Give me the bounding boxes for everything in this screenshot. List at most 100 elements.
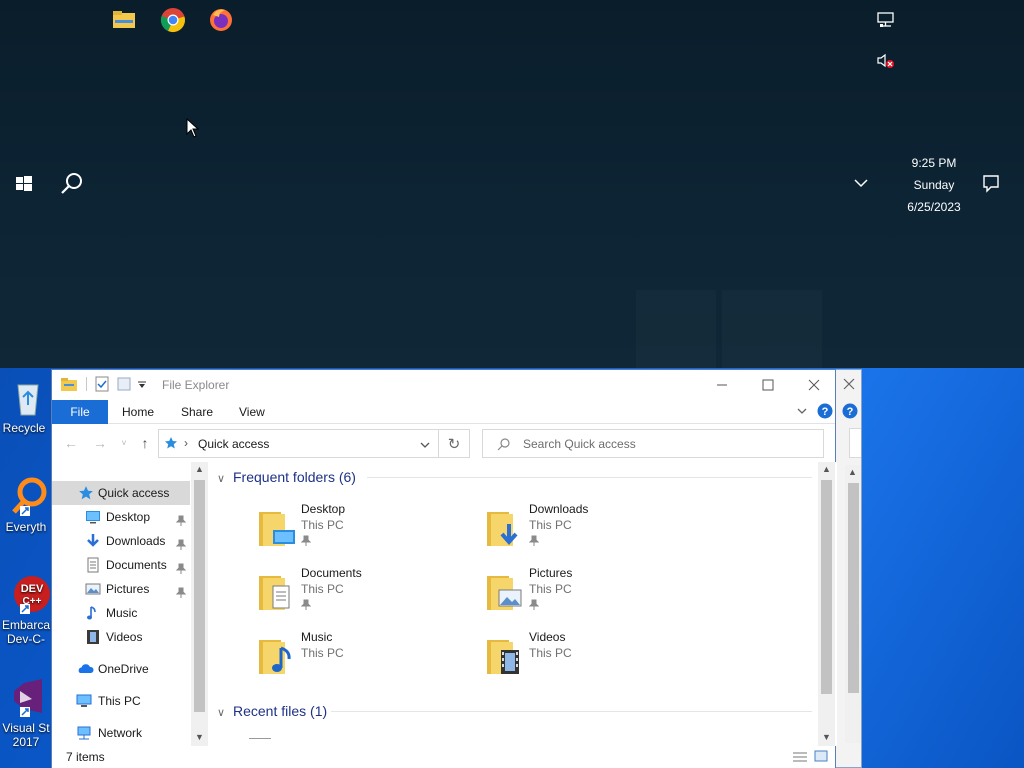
folder-name: Downloads xyxy=(529,502,589,516)
pin-icon[interactable] xyxy=(300,599,312,611)
refresh-icon: ↻ xyxy=(447,435,461,453)
downloads-arrow-icon xyxy=(85,533,101,549)
new-folder-icon[interactable] xyxy=(116,376,132,395)
sidebar-item-downloads[interactable]: Downloads xyxy=(52,529,190,553)
folder-tile-downloads[interactable]: Downloads This PC xyxy=(481,502,701,558)
windows-start-icon[interactable] xyxy=(12,172,36,196)
chrome-pinned-icon[interactable] xyxy=(159,6,187,34)
sidebar-item-pictures[interactable]: Pictures xyxy=(52,577,190,601)
folder-app-icon xyxy=(60,376,78,395)
up-arrow-icon[interactable]: ↑ xyxy=(135,433,155,453)
forward-arrow-icon[interactable]: → xyxy=(90,433,110,453)
tab-share[interactable]: Share xyxy=(181,400,213,424)
sidebar-item-onedrive[interactable]: OneDrive xyxy=(52,657,190,681)
onedrive-cloud-icon xyxy=(76,661,94,677)
recent-locations-icon[interactable]: ˅ xyxy=(114,433,134,453)
computer-icon xyxy=(76,693,92,709)
folder-name: Desktop xyxy=(301,502,346,516)
firefox-pinned-icon[interactable] xyxy=(207,6,235,34)
folder-tile-pictures[interactable]: Pictures This PC xyxy=(481,566,701,622)
volume-muted-icon[interactable] xyxy=(876,53,896,72)
search-icon[interactable] xyxy=(58,170,86,198)
desktop-icon-everything[interactable]: Everyth xyxy=(0,474,56,534)
properties-icon[interactable] xyxy=(94,376,110,395)
back-arrow-icon[interactable]: ← xyxy=(61,433,81,453)
action-center-icon[interactable] xyxy=(980,173,1002,193)
close-icon[interactable] xyxy=(843,378,855,393)
navigation-pane-scrollbar[interactable]: ▲ ▼ xyxy=(191,462,208,746)
help-icon[interactable]: ? xyxy=(842,403,858,422)
scroll-down-icon[interactable]: ▼ xyxy=(822,732,831,742)
scroll-up-icon[interactable]: ▲ xyxy=(195,464,204,474)
content-scrollbar[interactable]: ▲ ▼ xyxy=(818,462,835,746)
title-bar[interactable]: File Explorer xyxy=(52,370,835,400)
sidebar-item-label: Videos xyxy=(106,630,143,644)
pin-icon[interactable] xyxy=(175,535,187,550)
sidebar-item-this-pc[interactable]: This PC xyxy=(52,689,190,713)
file-explorer-window: File Explorer File Home Share View ? ← →… xyxy=(51,369,837,768)
tab-home[interactable]: Home xyxy=(122,400,154,424)
scroll-up-icon[interactable]: ▲ xyxy=(822,464,831,474)
large-icons-view-icon[interactable] xyxy=(814,750,828,765)
status-bar: 7 items xyxy=(52,747,835,768)
pin-icon[interactable] xyxy=(175,559,187,574)
tab-view[interactable]: View xyxy=(239,400,265,424)
sidebar-item-documents[interactable]: Documents xyxy=(52,553,190,577)
sidebar-item-videos[interactable]: Videos xyxy=(52,625,190,649)
pictures-folder-icon xyxy=(481,570,525,614)
clock-day: Sunday xyxy=(913,178,955,192)
pin-icon[interactable] xyxy=(175,511,187,526)
sidebar-item-network[interactable]: Network xyxy=(52,721,190,745)
folder-name: Videos xyxy=(529,630,566,644)
search-input[interactable]: Search Quick access xyxy=(482,429,824,458)
folder-tile-documents[interactable]: Documents This PC xyxy=(253,566,473,622)
scrollbar-thumb[interactable] xyxy=(821,480,832,694)
sidebar-item-label: This PC xyxy=(98,694,141,708)
folder-tile-videos[interactable]: Videos This PC xyxy=(481,630,701,686)
desktop-icon-dev-cpp[interactable]: DEV C++ Embarca Dev-C- xyxy=(0,572,56,646)
visual-studio-icon xyxy=(6,675,50,719)
folder-name: Pictures xyxy=(529,566,573,580)
sidebar-item-label: Network xyxy=(98,726,143,740)
tab-file[interactable]: File xyxy=(52,400,108,424)
recent-files-group[interactable]: ∨ Recent files (1) xyxy=(217,700,327,722)
videos-folder-icon xyxy=(481,634,525,678)
close-button[interactable] xyxy=(791,370,837,400)
folder-tile-desktop[interactable]: Desktop This PC xyxy=(253,502,473,558)
chevron-down-icon: ∨ xyxy=(217,473,226,485)
pin-icon[interactable] xyxy=(175,583,187,598)
address-dropdown-icon[interactable] xyxy=(419,439,431,454)
list-item[interactable] xyxy=(249,738,271,739)
scrollbar-thumb[interactable] xyxy=(194,480,205,712)
network-icon[interactable] xyxy=(877,12,895,31)
maximize-button[interactable] xyxy=(745,370,791,400)
minimize-button[interactable] xyxy=(699,370,745,400)
sidebar-item-quick-access[interactable]: Quick access xyxy=(52,481,190,505)
address-bar[interactable]: › Quick access xyxy=(158,429,439,458)
pin-icon[interactable] xyxy=(300,535,312,547)
scroll-down-icon[interactable]: ▼ xyxy=(195,732,204,742)
file-explorer-pinned-icon[interactable] xyxy=(110,6,138,34)
refresh-button[interactable]: ↻ xyxy=(439,429,470,458)
pin-icon[interactable] xyxy=(528,535,540,547)
breadcrumb-separator-icon: › xyxy=(184,436,188,450)
content-area: ∨ Frequent folders (6) Desktop This PC D… xyxy=(209,462,837,746)
sidebar-item-desktop[interactable]: Desktop xyxy=(52,505,190,529)
desktop-icon-recycle-bin[interactable]: Recycle xyxy=(0,375,56,435)
folder-location: This PC xyxy=(301,518,344,532)
chevron-down-icon[interactable] xyxy=(852,176,870,190)
desktop-icon-label: Everyth xyxy=(5,520,47,534)
taskbar-clock[interactable]: 9:25 PM Sunday 6/25/2023 xyxy=(895,152,973,218)
customize-qat-icon[interactable] xyxy=(137,379,147,393)
frequent-folders-group[interactable]: ∨ Frequent folders (6) xyxy=(217,466,356,488)
details-view-icon[interactable] xyxy=(792,751,808,766)
help-icon[interactable]: ? xyxy=(817,403,833,422)
sidebar-item-music[interactable]: Music xyxy=(52,601,190,625)
expand-ribbon-icon[interactable] xyxy=(796,405,808,420)
pin-icon[interactable] xyxy=(528,599,540,611)
folder-tile-music[interactable]: Music This PC xyxy=(253,630,473,686)
desktop-folder-icon xyxy=(253,506,297,550)
breadcrumb[interactable]: Quick access xyxy=(198,437,269,451)
background-window-scrollbar[interactable]: ▲ xyxy=(845,465,861,743)
desktop-icon-visual-studio[interactable]: Visual St 2017 xyxy=(0,675,56,749)
